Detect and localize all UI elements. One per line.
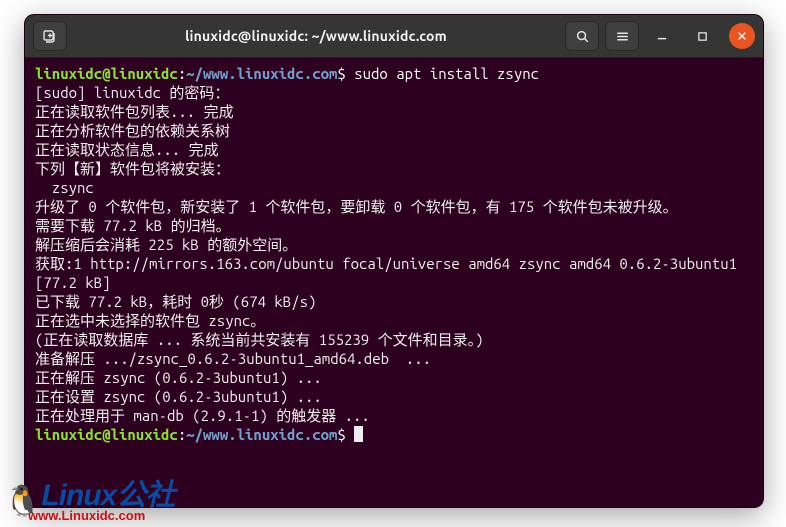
output-line: 正在读取软件包列表... 完成 bbox=[35, 103, 234, 120]
output-line: [sudo] linuxidc 的密码： bbox=[35, 84, 229, 101]
menu-button[interactable] bbox=[605, 21, 639, 51]
output-line: (正在读取数据库 ... 系统当前共安装有 155239 个文件和目录。) bbox=[35, 331, 484, 348]
prompt-dollar: $ bbox=[337, 426, 345, 443]
output-line: 下列【新】软件包将被安装： bbox=[35, 160, 230, 177]
terminal-window: linuxidc@linuxidc: ~/www.linuxidc.com li… bbox=[24, 14, 764, 508]
output-line: 正在分析软件包的依赖关系树 bbox=[35, 122, 230, 139]
output-line: 正在解压 zsync (0.6.2-3ubuntu1) ... bbox=[35, 369, 322, 386]
command-text: sudo apt install zsync bbox=[354, 65, 539, 82]
output-line: 已下载 77.2 kB，耗时 0秒 (674 kB/s) bbox=[35, 293, 316, 310]
output-line: 正在读取状态信息... 完成 bbox=[35, 141, 219, 158]
prompt-user: linuxidc@linuxidc bbox=[35, 426, 178, 443]
close-button[interactable] bbox=[729, 23, 755, 49]
penguin-icon: 🐧 bbox=[4, 487, 41, 517]
output-line: 正在设置 zsync (0.6.2-3ubuntu1) ... bbox=[35, 388, 322, 405]
prompt-colon: : bbox=[178, 426, 186, 443]
search-button[interactable] bbox=[565, 21, 599, 51]
prompt-path: ~/www.linuxidc.com bbox=[186, 65, 337, 82]
output-line: 正在处理用于 man-db (2.9.1-1) 的触发器 ... bbox=[35, 407, 370, 424]
terminal-body[interactable]: linuxidc@linuxidc:~/www.linuxidc.com$ su… bbox=[25, 58, 763, 507]
maximize-button[interactable] bbox=[685, 21, 719, 51]
minimize-button[interactable] bbox=[645, 21, 679, 51]
prompt-path: ~/www.linuxidc.com bbox=[186, 426, 337, 443]
cursor bbox=[354, 426, 363, 442]
output-line: 需要下载 77.2 kB 的归档。 bbox=[35, 217, 231, 234]
prompt-dollar: $ bbox=[337, 65, 345, 82]
output-line: 准备解压 .../zsync_0.6.2-3ubuntu1_amd64.deb … bbox=[35, 350, 431, 367]
output-line: 正在选中未选择的软件包 zsync。 bbox=[35, 312, 265, 329]
titlebar: linuxidc@linuxidc: ~/www.linuxidc.com bbox=[25, 15, 763, 58]
output-line: zsync bbox=[35, 179, 94, 196]
prompt-colon: : bbox=[178, 65, 186, 82]
output-line: 获取:1 http://mirrors.163.com/ubuntu focal… bbox=[35, 255, 745, 291]
window-title: linuxidc@linuxidc: ~/www.linuxidc.com bbox=[73, 28, 559, 44]
watermark: 🐧Linux公社 www.Linuxidc.com bbox=[4, 470, 174, 523]
prompt-user: linuxidc@linuxidc bbox=[35, 65, 178, 82]
output-line: 解压缩后会消耗 225 kB 的额外空间。 bbox=[35, 236, 297, 253]
output-line: 升级了 0 个软件包，新安装了 1 个软件包，要卸载 0 个软件包，有 175 … bbox=[35, 198, 678, 215]
new-tab-button[interactable] bbox=[33, 21, 67, 51]
